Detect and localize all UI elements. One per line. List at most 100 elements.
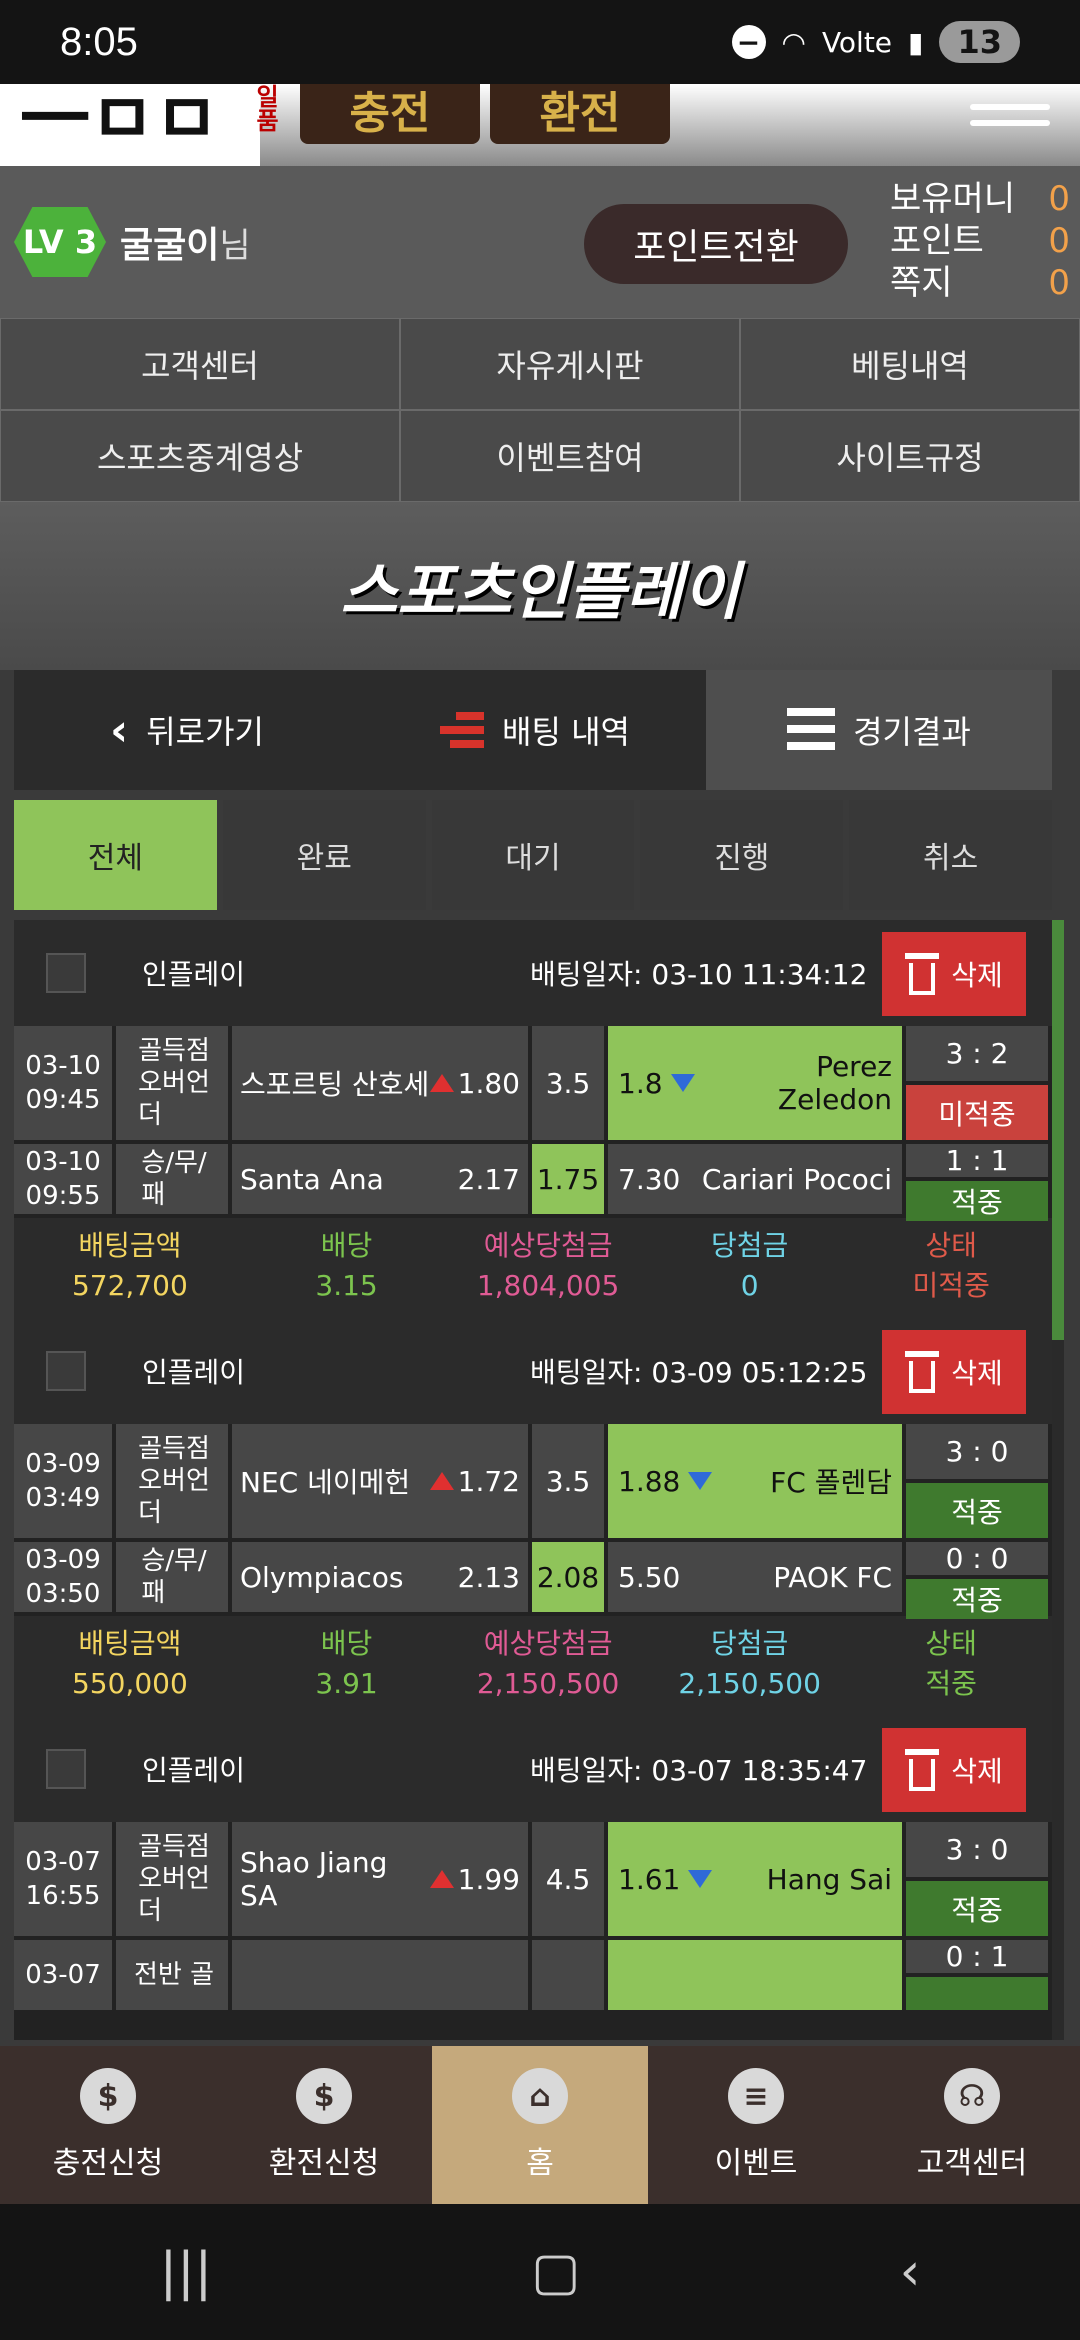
filter-cancel[interactable]: 취소 xyxy=(849,800,1052,910)
game-row: 03-09 03:50 승/무/ 패 Olympiacos 2.13 2.08 5… xyxy=(14,1542,1052,1619)
list-icon xyxy=(787,708,836,752)
game-time: 03-09 03:50 xyxy=(14,1542,112,1612)
coins-icon: $ xyxy=(80,2068,136,2124)
game-market: 골득점 오버언 더 xyxy=(116,1424,228,1538)
filter-complete[interactable]: 완료 xyxy=(222,800,426,910)
nav-bet-history[interactable]: 베팅내역 xyxy=(740,318,1080,410)
game-market: 전반 골 xyxy=(116,1940,228,2010)
away-pick: 5.50 PAOK FC xyxy=(608,1542,902,1612)
bottom-nav-withdraw[interactable]: $ 환전신청 xyxy=(216,2046,432,2204)
money-bag-icon: $ xyxy=(296,2068,352,2124)
nav-free-board[interactable]: 자유게시판 xyxy=(400,318,740,410)
game-score: 0 : 1 xyxy=(906,1940,1048,1973)
bottom-nav-event[interactable]: ≡ 이벤트 xyxy=(648,2046,864,2204)
back-button[interactable]: ‹ 뒤로가기 xyxy=(14,670,360,790)
tab-bet-history[interactable]: 배팅 내역 xyxy=(360,670,706,790)
bet-date: 배팅일자: 03-10 11:34:12 xyxy=(530,958,868,991)
point-convert-button[interactable]: 포인트전환 xyxy=(584,204,848,284)
game-state: 적중 xyxy=(906,1483,1048,1538)
site-logo[interactable]: 一ㅁㅁ 일품 xyxy=(0,84,279,166)
chat-icon: ≡ xyxy=(728,2068,784,2124)
filter-waiting[interactable]: 대기 xyxy=(431,800,635,910)
bet-status: 적중 xyxy=(925,1667,977,1700)
bet-checkbox[interactable] xyxy=(46,953,86,993)
trash-icon xyxy=(905,953,940,995)
line-value: 1.75 xyxy=(532,1144,604,1214)
tab-game-results[interactable]: 경기결과 xyxy=(706,670,1052,790)
game-market: 승/무/ 패 xyxy=(116,1542,228,1612)
balances: 보유머니 0 포인트 0 쪽지 0 xyxy=(890,179,1070,304)
game-score: 1 : 1 xyxy=(906,1144,1048,1177)
nav-customer-center[interactable]: 고객센터 xyxy=(0,318,400,410)
status-bar: 8:05 − ◠ Volte ▮ 13 xyxy=(0,0,1080,84)
nav-events[interactable]: 이벤트참여 xyxy=(400,410,740,502)
user-bar: LV 3 굴굴이 님 포인트전환 보유머니 0 포인트 0 쪽지 0 xyxy=(0,166,1080,318)
bottom-nav-home[interactable]: ⌂ 홈 xyxy=(432,2046,648,2204)
game-state: 적중 xyxy=(906,1181,1048,1221)
message-value[interactable]: 0 xyxy=(1048,262,1070,304)
delete-button[interactable]: 삭제 xyxy=(882,1728,1026,1812)
home-icon: ⌂ xyxy=(512,2068,568,2124)
withdraw-banner-button[interactable]: 환전 xyxy=(490,84,670,144)
point-value: 0 xyxy=(1048,221,1070,261)
expected-win: 2,150,500 xyxy=(476,1667,620,1700)
nav-site-rules[interactable]: 사이트규정 xyxy=(740,410,1080,502)
bet-summary: 배팅금액 550,000 배당 3.91 예상당첨금 2,150,500 당첨금 2,1… xyxy=(14,1616,1052,1716)
bet-card: 인플레이 배팅일자: 03-07 18:35:47 삭제 03-07 16:55… xyxy=(14,1716,1052,2010)
nav-sports-stream[interactable]: 스포츠중계영상 xyxy=(0,410,400,502)
bet-amount: 572,700 xyxy=(71,1269,188,1302)
game-row: 03-07 16:55 골득점 오버언 더 Shao Jiang SA 1.99 … xyxy=(14,1822,1052,1936)
bet-amount: 550,000 xyxy=(71,1667,188,1700)
bet-checkbox[interactable] xyxy=(46,1749,86,1789)
bet-summary: 배팅금액 572,700 배당 3.15 예상당첨금 1,804,005 당첨금 0 상… xyxy=(14,1218,1052,1318)
bet-type: 인플레이 xyxy=(142,1754,246,1787)
game-row: 03-07 전반 골 0 : 1 xyxy=(14,1940,1052,2010)
page-hero: 스포츠인플레이 xyxy=(0,502,1080,670)
odds-up-icon xyxy=(429,1870,454,1888)
status-filter: 전체 완료 대기 진행 취소 xyxy=(14,800,1052,910)
home-pick: Shao Jiang SA 1.99 xyxy=(232,1822,528,1936)
username: 굴굴이 xyxy=(120,225,220,266)
game-score: 3 : 0 xyxy=(906,1424,1048,1479)
expected-win: 1,804,005 xyxy=(476,1269,620,1302)
deposit-banner-button[interactable]: 충전 xyxy=(300,84,480,144)
bet-odds: 3.15 xyxy=(315,1269,378,1302)
bottom-nav-support[interactable]: ☊ 고객센터 xyxy=(864,2046,1080,2204)
bet-checkbox[interactable] xyxy=(46,1351,86,1391)
bet-card: 인플레이 배팅일자: 03-10 11:34:12 삭제 03-10 09:45… xyxy=(14,920,1052,1318)
chevron-left-icon: ‹ xyxy=(110,704,129,756)
scrollbar-thumb[interactable] xyxy=(1052,920,1064,1340)
recent-apps-icon[interactable]: ||| xyxy=(160,2242,213,2302)
game-row: 03-09 03:49 골득점 오버언 더 NEC 네이메헌 1.72 3.5 1… xyxy=(14,1424,1052,1538)
line-value: 3.5 xyxy=(532,1026,604,1140)
filter-all[interactable]: 전체 xyxy=(14,800,217,910)
filter-progress[interactable]: 진행 xyxy=(640,800,844,910)
back-nav-icon[interactable]: ‹ xyxy=(900,2242,921,2302)
bet-type: 인플레이 xyxy=(142,1356,246,1389)
away-pick: 1.8 Perez Zeledon xyxy=(608,1026,902,1140)
game-score: 3 : 0 xyxy=(906,1822,1048,1877)
bottom-nav-deposit[interactable]: $ 충전신청 xyxy=(0,2046,216,2204)
game-market: 골득점 오버언 더 xyxy=(116,1026,228,1140)
bet-list-icon xyxy=(436,710,485,750)
bet-type: 인플레이 xyxy=(142,958,246,991)
bet-card: 인플레이 배팅일자: 03-09 05:12:25 삭제 03-09 03:49… xyxy=(14,1318,1052,1716)
bet-list: 인플레이 배팅일자: 03-10 11:34:12 삭제 03-10 09:45… xyxy=(14,920,1052,2040)
home-pick: Olympiacos 2.13 xyxy=(232,1542,528,1612)
headset-icon: ☊ xyxy=(944,2068,1000,2124)
menu-icon[interactable] xyxy=(970,104,1050,154)
delete-button[interactable]: 삭제 xyxy=(882,932,1026,1016)
game-score: 0 : 0 xyxy=(906,1542,1048,1575)
delete-button[interactable]: 삭제 xyxy=(882,1330,1026,1414)
game-row: 03-10 09:45 골득점 오버언 더 스포르팅 산호세 1.80 3.5 1… xyxy=(14,1026,1052,1140)
trash-icon xyxy=(905,1749,940,1791)
home-pick: Santa Ana 2.17 xyxy=(232,1144,528,1214)
game-time: 03-10 09:55 xyxy=(14,1144,112,1214)
level-badge: LV 3 xyxy=(14,207,106,277)
game-state: 미적중 xyxy=(906,1085,1048,1140)
username-suffix: 님 xyxy=(219,225,251,266)
odds-up-icon xyxy=(429,1472,454,1490)
page-title: 스포츠인플레이 xyxy=(340,555,740,628)
home-button-icon[interactable]: ▢ xyxy=(531,2242,580,2302)
away-pick: 7.30 Cariari Pococi xyxy=(608,1144,902,1214)
